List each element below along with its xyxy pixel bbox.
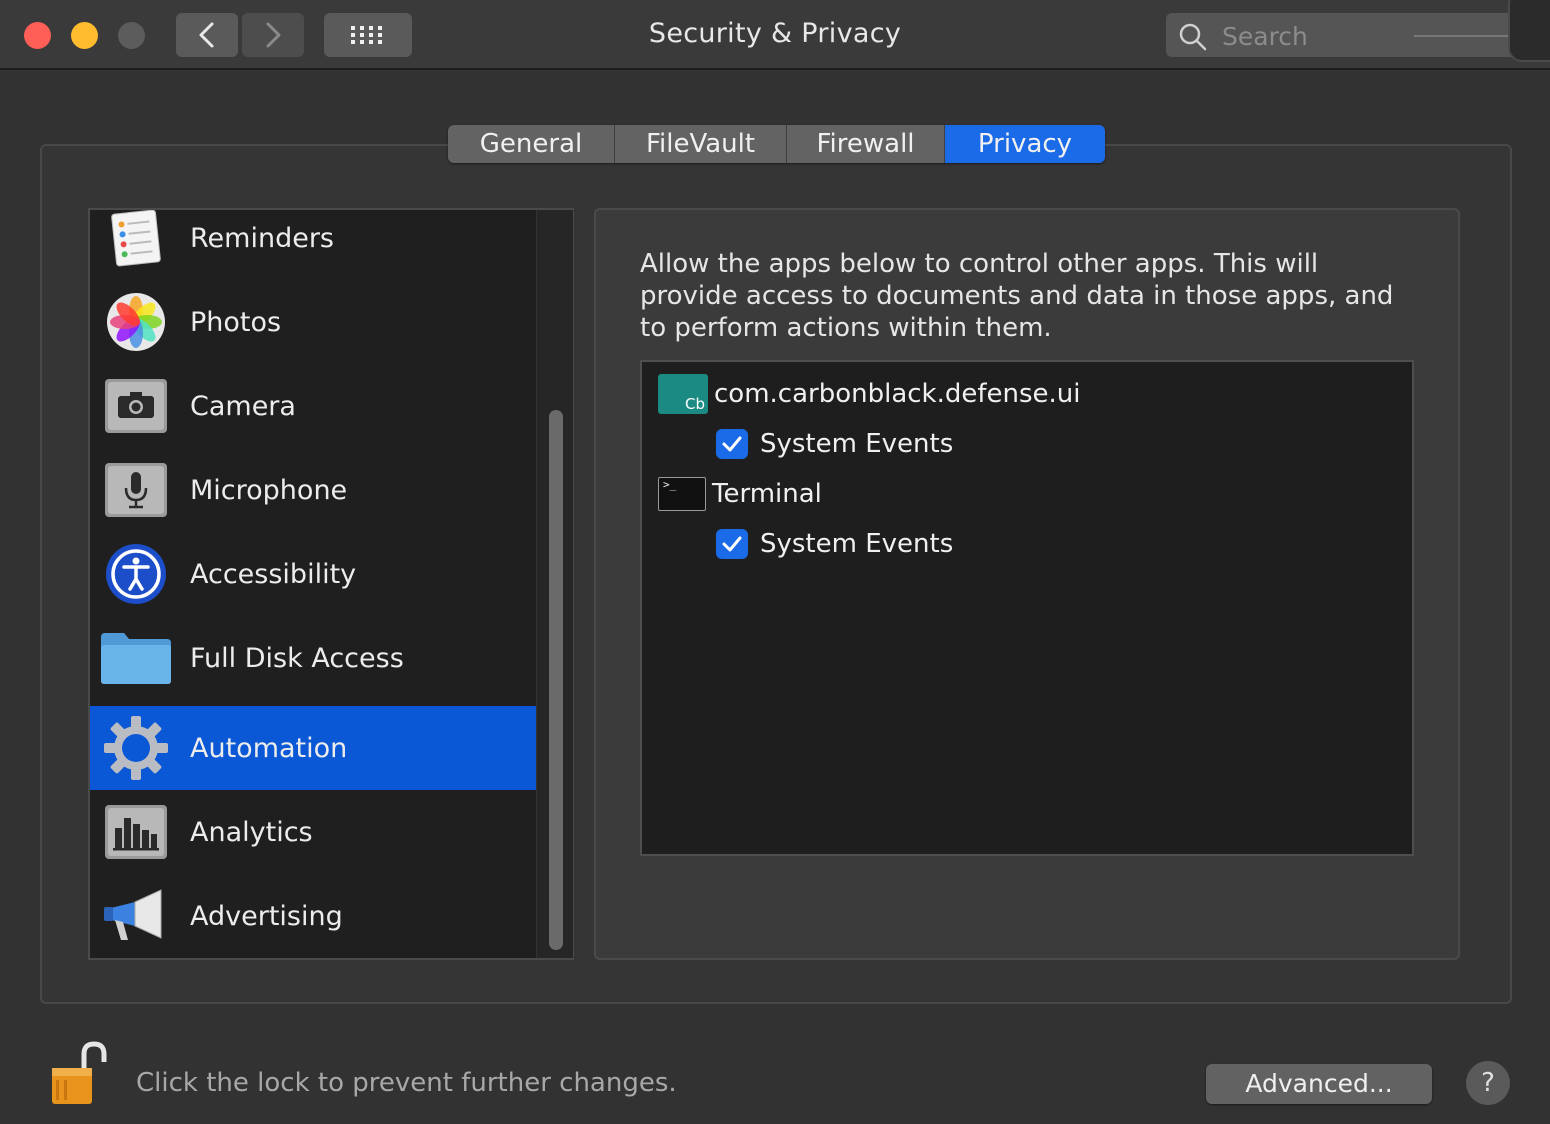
photos-icon xyxy=(100,292,172,352)
automation-description: Allow the apps below to control other ap… xyxy=(640,249,1394,343)
reminders-icon xyxy=(100,210,172,268)
system-events-checkbox[interactable] xyxy=(716,429,748,459)
analytics-icon xyxy=(100,802,172,862)
advanced-button[interactable]: Advanced... xyxy=(1206,1064,1432,1104)
accessibility-icon xyxy=(100,544,172,604)
search-divider xyxy=(1414,35,1514,37)
sidebar-item-label: Analytics xyxy=(190,816,313,848)
app-row-carbonblack[interactable]: Cb com.carbonblack.defense.ui xyxy=(658,372,1081,416)
sidebar-item-automation[interactable]: Automation xyxy=(90,706,538,790)
lock-message: Click the lock to prevent further change… xyxy=(136,1068,677,1098)
help-button[interactable]: ? xyxy=(1466,1061,1510,1105)
tab-firewall[interactable]: Firewall xyxy=(787,125,945,163)
sidebar-item-label: Advertising xyxy=(190,900,343,932)
tab-general[interactable]: General xyxy=(448,125,615,163)
app-row-terminal[interactable]: >_ Terminal xyxy=(658,472,822,516)
app-target-row[interactable]: System Events xyxy=(716,422,953,466)
app-name: Terminal xyxy=(712,479,822,509)
sidebar-item-camera[interactable]: Camera xyxy=(90,364,538,448)
app-name: com.carbonblack.defense.ui xyxy=(714,379,1081,409)
sidebar-item-analytics[interactable]: Analytics xyxy=(90,790,538,874)
sidebar-item-advertising[interactable]: Advertising xyxy=(90,874,538,958)
camera-icon xyxy=(100,376,172,436)
sidebar-item-label: Full Disk Access xyxy=(190,642,404,674)
sidebar-item-label: Photos xyxy=(190,306,282,338)
terminal-icon-text: >_ xyxy=(663,478,677,491)
checkmark-icon xyxy=(722,536,742,552)
sidebar-item-label: Accessibility xyxy=(190,558,357,590)
tab-filevault[interactable]: FileVault xyxy=(615,125,787,163)
app-target-row[interactable]: System Events xyxy=(716,522,953,566)
sidebar-item-reminders[interactable]: Reminders xyxy=(90,210,538,280)
search-icon xyxy=(1179,23,1207,51)
terminal-app-icon: >_ xyxy=(658,477,706,511)
search-field[interactable] xyxy=(1166,13,1526,57)
gear-icon xyxy=(100,716,172,780)
lock-button[interactable] xyxy=(40,1040,110,1110)
target-app-name: System Events xyxy=(760,429,954,459)
title-bar: Security & Privacy xyxy=(0,0,1550,70)
target-app-name: System Events xyxy=(760,529,954,559)
sidebar-item-label: Reminders xyxy=(190,222,334,254)
megaphone-icon xyxy=(100,886,172,946)
sidebar-item-full-disk-access[interactable]: Full Disk Access xyxy=(90,616,538,700)
system-events-checkbox[interactable] xyxy=(716,529,748,559)
window-corner xyxy=(1508,0,1550,62)
microphone-icon xyxy=(100,460,172,520)
tab-privacy[interactable]: Privacy xyxy=(945,125,1105,163)
sidebar-item-label: Microphone xyxy=(190,474,348,506)
sidebar-item-label: Automation xyxy=(190,732,348,764)
checkmark-icon xyxy=(722,436,742,452)
carbonblack-icon-text: Cb xyxy=(685,395,705,413)
unlocked-padlock-icon xyxy=(52,1041,107,1104)
folder-icon xyxy=(100,628,172,688)
sidebar-item-label: Camera xyxy=(190,390,296,422)
carbonblack-app-icon: Cb xyxy=(658,374,708,414)
sidebar-item-photos[interactable]: Photos xyxy=(90,280,538,364)
tab-bar: General FileVault Firewall Privacy xyxy=(448,125,1105,163)
privacy-category-list[interactable]: Reminders Photos Camera Microphone Acces… xyxy=(88,208,574,960)
sidebar-scrollbar[interactable] xyxy=(536,210,573,958)
sidebar-item-microphone[interactable]: Microphone xyxy=(90,448,538,532)
scrollbar-thumb[interactable] xyxy=(549,410,563,950)
automation-app-list[interactable]: Cb com.carbonblack.defense.ui System Eve… xyxy=(640,360,1414,856)
sidebar-item-accessibility[interactable]: Accessibility xyxy=(90,532,538,616)
